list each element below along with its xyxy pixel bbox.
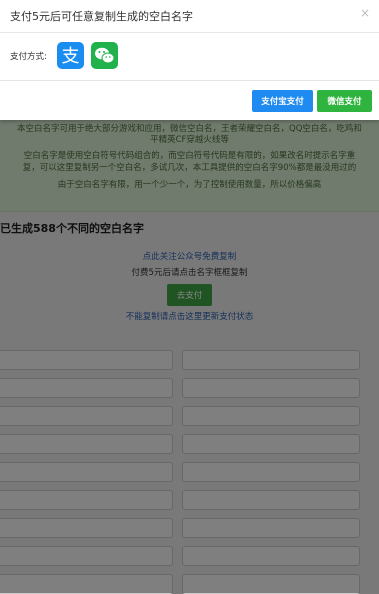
modal-header: 支付5元后可任意复制生成的空白名字 ×: [0, 0, 379, 33]
close-icon[interactable]: ×: [360, 6, 370, 20]
pay-method-label: 支付方式:: [10, 52, 47, 62]
wechat-icon[interactable]: [91, 42, 118, 69]
modal-title: 支付5元后可任意复制生成的空白名字: [10, 10, 193, 23]
alipay-icon[interactable]: 支: [57, 42, 84, 69]
alipay-pay-button[interactable]: 支付宝支付: [252, 90, 313, 112]
wechat-pay-button[interactable]: 微信支付: [317, 90, 372, 112]
payment-modal: 支付5元后可任意复制生成的空白名字 × 支付方式: 支 支付宝支付 微信支付: [0, 0, 379, 120]
modal-divider: [0, 80, 379, 81]
svg-text:支: 支: [62, 46, 80, 67]
